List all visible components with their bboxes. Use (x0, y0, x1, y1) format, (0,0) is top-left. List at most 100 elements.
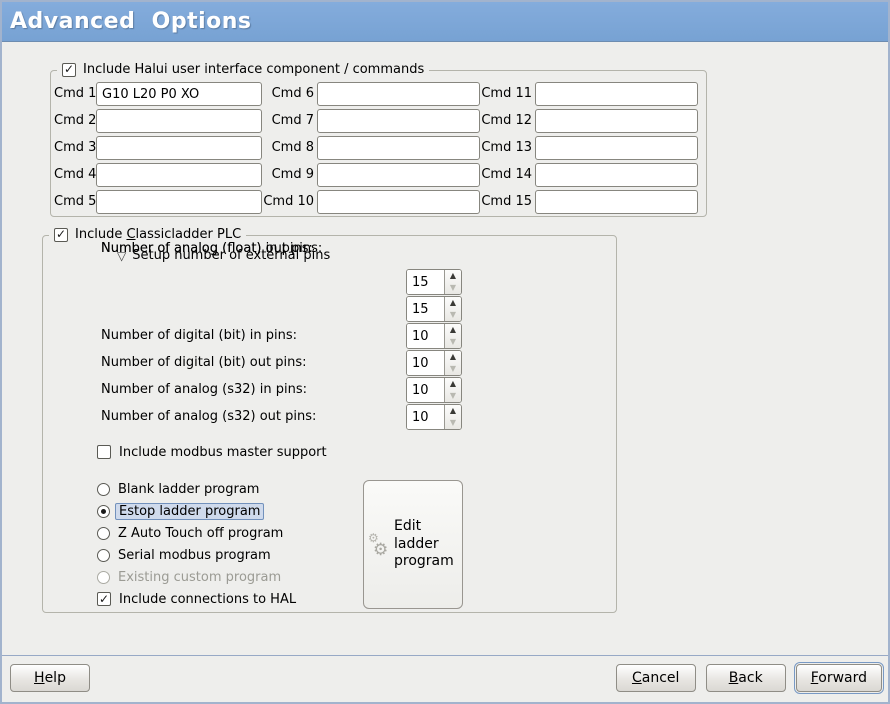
edit-ladder-button[interactable]: ⚙ ⚙ Edit ladder program (363, 480, 463, 609)
digital-bit-in-row: Number of digital (bit) in pins: (101, 323, 297, 349)
spin-up-button[interactable]: ▲ (445, 378, 461, 390)
cmd-12-label: Cmd 12 (480, 109, 535, 133)
radio-z-auto-touchoff: Z Auto Touch off program (97, 525, 283, 541)
spin-up-button[interactable]: ▲ (445, 351, 461, 363)
cmd-10-label: Cmd 10 (262, 190, 317, 214)
hal-connections-row: ✓ Include connections to HAL (97, 591, 296, 607)
analog-s32-in-spinbox: ▲▼ (406, 323, 462, 349)
cmd-1-label: Cmd 1 (54, 82, 96, 106)
cmd-2-input[interactable] (96, 109, 262, 133)
cmd-7-input[interactable] (317, 109, 480, 133)
digital-bit-out-row: Number of digital (bit) out pins: (101, 350, 306, 376)
edit-ladder-button-label: Edit ladder program (394, 518, 458, 571)
radio-button[interactable] (97, 483, 110, 496)
analog-s32-in-row: Number of analog (s32) in pins: (101, 377, 307, 403)
cmd-4-label: Cmd 4 (54, 163, 96, 187)
radio-button[interactable] (97, 549, 110, 562)
cmd-14-input[interactable] (535, 163, 698, 187)
cmd-5-input[interactable] (96, 190, 262, 214)
spin-down-button[interactable]: ▼ (445, 390, 461, 402)
modbus-master-label[interactable]: Include modbus master support (119, 445, 327, 460)
cmd-6-label: Cmd 6 (262, 82, 317, 106)
modbus-master-checkbox[interactable] (97, 445, 111, 459)
page-title: Advanced Options (10, 9, 252, 34)
halui-frame-label[interactable]: Include Halui user interface component /… (83, 62, 424, 77)
analog-s32-in-input[interactable] (407, 324, 444, 348)
cmd-14-label: Cmd 14 (480, 163, 535, 187)
analog-float-out-spinbox: ▲▼ (406, 404, 462, 430)
hal-connections-label[interactable]: Include connections to HAL (119, 592, 296, 607)
analog-float-out-input[interactable] (407, 405, 444, 429)
cmd-9-input[interactable] (317, 163, 480, 187)
radio-button-disabled (97, 571, 110, 584)
check-icon: ✓ (56, 228, 66, 240)
cmd-3-input[interactable] (96, 136, 262, 160)
analog-s32-out-spinbox: ▲▼ (406, 350, 462, 376)
radio-label[interactable]: Z Auto Touch off program (118, 526, 283, 541)
spin-down-button[interactable]: ▼ (445, 336, 461, 348)
radio-button[interactable] (97, 527, 110, 540)
action-button-row: Help Cancel Back Forward (2, 656, 888, 701)
radio-label[interactable]: Serial modbus program (118, 548, 271, 563)
cmd-3-label: Cmd 3 (54, 136, 96, 160)
forward-button[interactable]: Forward (796, 664, 882, 692)
analog-s32-out-input[interactable] (407, 351, 444, 375)
cmd-4-input[interactable] (96, 163, 262, 187)
analog-float-in-input[interactable] (407, 378, 444, 402)
digital-bit-in-label: Number of digital (bit) in pins: (101, 323, 297, 349)
cmd-13-input[interactable] (535, 136, 698, 160)
hal-connections-checkbox[interactable]: ✓ (97, 592, 111, 606)
radio-existing-custom: Existing custom program (97, 569, 281, 585)
cmd-2-label: Cmd 2 (54, 109, 96, 133)
spin-down-button[interactable]: ▼ (445, 417, 461, 429)
radio-label[interactable]: Estop ladder program (115, 503, 264, 520)
cmd-7-label: Cmd 7 (262, 109, 317, 133)
spin-up-button[interactable]: ▲ (445, 405, 461, 417)
digital-bit-out-label: Number of digital (bit) out pins: (101, 350, 306, 376)
cmd-10-input[interactable] (317, 190, 480, 214)
analog-float-in-spinbox: ▲▼ (406, 377, 462, 403)
spin-up-button[interactable]: ▲ (445, 270, 461, 282)
cancel-button[interactable]: Cancel (616, 664, 696, 692)
spin-down-button[interactable]: ▼ (445, 282, 461, 294)
cmd-12-input[interactable] (535, 109, 698, 133)
title-bar: Advanced Options (2, 2, 888, 42)
cmd-13-label: Cmd 13 (480, 136, 535, 160)
cmd-15-label: Cmd 15 (480, 190, 535, 214)
cmd-5-label: Cmd 5 (54, 190, 96, 214)
radio-estop-ladder: Estop ladder program (97, 503, 264, 519)
spin-up-button[interactable]: ▲ (445, 324, 461, 336)
cmd-9-label: Cmd 9 (262, 163, 317, 187)
help-button[interactable]: Help (10, 664, 90, 692)
halui-command-grid: Cmd 1 Cmd 6 Cmd 11 Cmd 2 Cmd 7 Cmd 12 Cm… (51, 71, 706, 214)
gears-icon: ⚙ ⚙ (368, 530, 392, 560)
halui-frame: ✓ Include Halui user interface component… (50, 70, 707, 217)
spin-down-button[interactable]: ▼ (445, 309, 461, 321)
spin-down-button[interactable]: ▼ (445, 363, 461, 375)
page-content: ✓ Include Halui user interface component… (2, 42, 888, 656)
halui-checkbox[interactable]: ✓ (62, 63, 76, 77)
spin-up-button[interactable]: ▲ (445, 297, 461, 309)
check-icon: ✓ (99, 593, 109, 605)
cmd-11-label: Cmd 11 (480, 82, 535, 106)
radio-label: Existing custom program (118, 570, 281, 585)
back-button[interactable]: Back (706, 664, 786, 692)
digital-bit-in-spinbox: ▲▼ (406, 269, 462, 295)
analog-s32-out-row: Number of analog (s32) out pins: (101, 404, 316, 430)
digital-bit-out-input[interactable] (407, 297, 444, 321)
cmd-1-input[interactable] (96, 82, 262, 106)
radio-serial-modbus: Serial modbus program (97, 547, 271, 563)
halui-frame-legend: ✓ Include Halui user interface component… (57, 62, 429, 77)
cmd-15-input[interactable] (535, 190, 698, 214)
check-icon: ✓ (64, 63, 74, 75)
cmd-11-input[interactable] (535, 82, 698, 106)
digital-bit-in-input[interactable] (407, 270, 444, 294)
radio-label[interactable]: Blank ladder program (118, 482, 259, 497)
analog-s32-in-label: Number of analog (s32) in pins: (101, 377, 307, 403)
cmd-6-input[interactable] (317, 82, 480, 106)
cmd-8-input[interactable] (317, 136, 480, 160)
classicladder-checkbox[interactable]: ✓ (54, 228, 68, 242)
modbus-master-row: Include modbus master support (97, 444, 327, 460)
radio-button-selected[interactable] (97, 505, 110, 518)
analog-s32-out-label: Number of analog (s32) out pins: (101, 404, 316, 430)
